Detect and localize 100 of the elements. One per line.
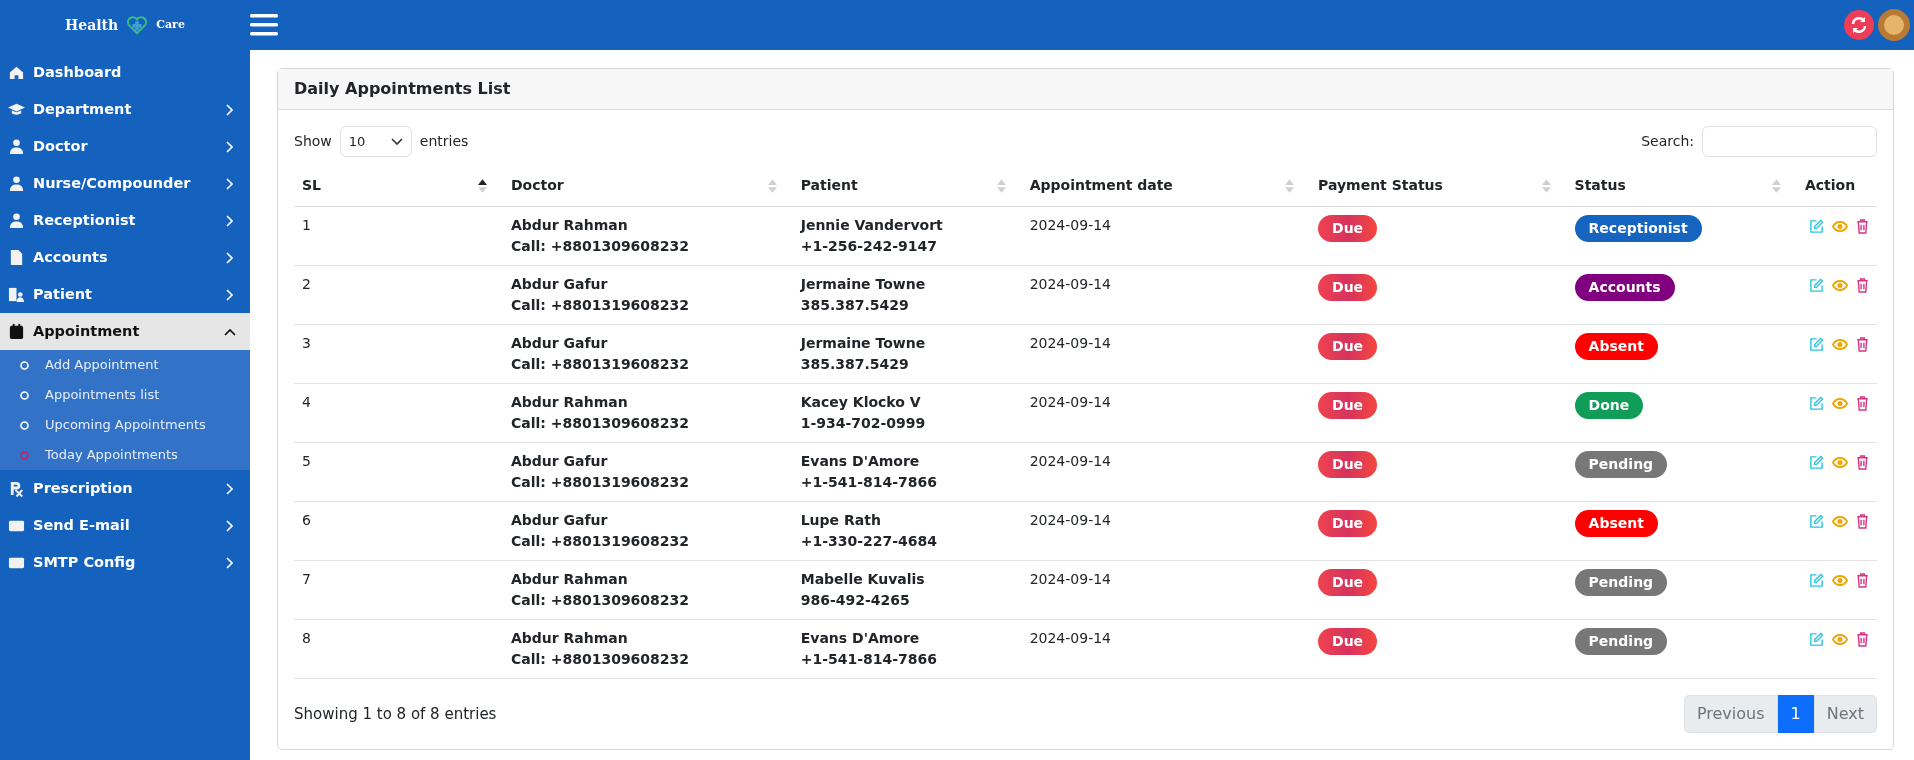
sidebar-item[interactable]: Send E-mail [0, 507, 250, 544]
table-cell: 2024-09-14 [1029, 630, 1111, 646]
chevron-right-icon [224, 519, 236, 532]
column-header[interactable]: Payment Status [1318, 175, 1443, 196]
eye-icon[interactable] [1831, 455, 1848, 470]
patient-phone: 385.387.5429 [800, 296, 910, 315]
patient-name: Jermaine Towne [800, 275, 927, 294]
sidebar-item[interactable]: Department [0, 91, 250, 128]
eye-icon[interactable] [1831, 337, 1848, 352]
payment-status-badge: Due [1318, 392, 1378, 419]
sidebar-item[interactable]: Dashboard [0, 54, 250, 91]
trash-icon[interactable] [1855, 573, 1869, 588]
patient-name: Jennie Vandervort [800, 216, 944, 235]
submenu-item[interactable]: Appointments list [0, 380, 250, 410]
edit-icon[interactable] [1808, 278, 1824, 293]
doctor-name: Abdur Rahman [510, 216, 629, 235]
eye-icon[interactable] [1831, 278, 1848, 293]
pagination-button[interactable]: 1 [1777, 695, 1814, 733]
eye-icon[interactable] [1831, 573, 1848, 588]
patient-phone: 986-492-4265 [800, 591, 911, 610]
pagination-button[interactable]: Next [1813, 695, 1877, 733]
table-cell: 2024-09-14 [1029, 453, 1111, 469]
pagination-button[interactable]: Previous [1683, 695, 1778, 733]
doctor-phone: Call: +8801319608232 [510, 473, 691, 492]
sidebar-item[interactable]: Nurse/Compounder [0, 165, 250, 202]
payment-status-badge: Due [1318, 628, 1378, 655]
sidebar-item[interactable]: Doctor [0, 128, 250, 165]
table-cell: 2024-09-14 [1029, 276, 1111, 292]
table-cell: 2024-09-14 [1029, 571, 1111, 587]
home-icon [8, 64, 25, 81]
patient-phone: +1-541-814-7866 [800, 473, 939, 492]
patient-phone: +1-330-227-4684 [800, 532, 939, 551]
doctor-phone: Call: +8801319608232 [510, 355, 691, 374]
trash-icon[interactable] [1855, 396, 1869, 411]
edit-icon[interactable] [1808, 337, 1824, 352]
trash-icon[interactable] [1855, 337, 1869, 352]
edit-icon[interactable] [1808, 396, 1824, 411]
payment-status-badge: Due [1318, 274, 1378, 301]
table-cell: 1 [302, 217, 311, 233]
entries-info: Showing 1 to 8 of 8 entries [294, 703, 497, 725]
chevron-right-icon [224, 177, 236, 190]
patient-name: Lupe Rath [800, 511, 882, 530]
sidebar-item[interactable]: Appointment [0, 313, 250, 350]
submenu-item[interactable]: Today Appointments [0, 440, 250, 470]
doctor-name: Abdur Rahman [510, 570, 629, 589]
caret-icon [390, 137, 403, 146]
avatar-image[interactable] [1878, 9, 1910, 41]
column-header[interactable]: Doctor [510, 175, 564, 196]
eye-icon[interactable] [1831, 219, 1848, 234]
edit-icon[interactable] [1808, 514, 1824, 529]
person-icon [8, 138, 25, 155]
doctor-name: Abdur Gafur [510, 511, 609, 530]
patient-phone: +1-256-242-9147 [800, 237, 939, 256]
doctor-name: Abdur Gafur [510, 275, 609, 294]
status-badge: Absent [1574, 510, 1658, 537]
sidebar-item[interactable]: Patient [0, 276, 250, 313]
edit-icon[interactable] [1808, 219, 1824, 234]
payment-status-badge: Due [1318, 451, 1378, 478]
eye-icon[interactable] [1831, 514, 1848, 529]
edit-icon[interactable] [1808, 573, 1824, 588]
column-header[interactable]: SL [302, 175, 321, 196]
column-header[interactable]: Patient [800, 175, 858, 196]
invoice-icon [8, 249, 25, 266]
table-cell: 2024-09-14 [1029, 394, 1111, 410]
sort-icon[interactable] [477, 178, 487, 193]
trash-icon[interactable] [1855, 278, 1869, 293]
sidebar-item[interactable]: Accounts [0, 239, 250, 276]
brand-text: Health [65, 15, 119, 35]
eye-icon[interactable] [1831, 396, 1848, 411]
payment-status-badge: Due [1318, 333, 1378, 360]
submenu-item[interactable]: Add Appointment [0, 350, 250, 380]
column-header[interactable]: Action [1804, 175, 1856, 196]
trash-icon[interactable] [1855, 219, 1869, 234]
heart-logo-icon [126, 14, 149, 36]
edit-icon[interactable] [1808, 455, 1824, 470]
entries-select[interactable]: 10 [339, 126, 412, 157]
sidebar-item[interactable]: Receptionist [0, 202, 250, 239]
trash-icon[interactable] [1855, 632, 1869, 647]
patient-name: Mabelle Kuvalis [800, 570, 926, 589]
doctor-name: Abdur Gafur [510, 452, 609, 471]
submenu-item[interactable]: Upcoming Appointments [0, 410, 250, 440]
column-header[interactable]: Status [1574, 175, 1626, 196]
trash-icon[interactable] [1855, 514, 1869, 529]
patient-name: Evans D'Amore [800, 452, 921, 471]
patient-name: Evans D'Amore [800, 629, 921, 648]
patient-phone: 1-934-702-0999 [800, 414, 927, 433]
column-header[interactable]: Appointment date [1029, 175, 1173, 196]
status-badge: Pending [1574, 569, 1668, 596]
chevron-right-icon [224, 482, 236, 495]
edit-icon[interactable] [1808, 632, 1824, 647]
eye-icon[interactable] [1831, 632, 1848, 647]
sidebar-item[interactable]: SMTP Config [0, 544, 250, 581]
trash-icon[interactable] [1855, 455, 1869, 470]
menu-icon[interactable] [250, 13, 278, 37]
doctor-phone: Call: +8801309608232 [510, 414, 691, 433]
refresh-icon[interactable] [1844, 10, 1874, 40]
search-field[interactable] [1702, 126, 1877, 157]
sidebar-item[interactable]: Prescription [0, 470, 250, 507]
table-cell: 6 [302, 512, 311, 528]
card-title: Daily Appointments List [278, 69, 1893, 110]
